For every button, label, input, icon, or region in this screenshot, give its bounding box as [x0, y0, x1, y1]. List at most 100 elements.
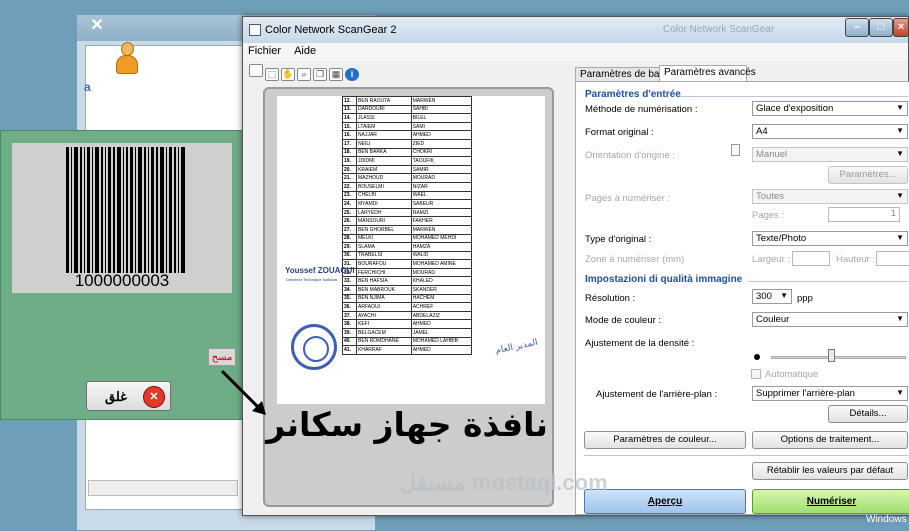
hand-icon[interactable]: ✋ — [281, 68, 295, 81]
signature-right: المدير العام — [494, 336, 539, 356]
horizontal-scrollbar[interactable] — [88, 480, 238, 496]
document-cell: 38. — [342, 319, 357, 330]
document-cell: 18. — [342, 147, 357, 158]
document-cell: 23. — [342, 190, 357, 201]
resolution-dropdown[interactable]: 300 ▼ — [752, 289, 792, 304]
document-cell: KHALED — [410, 276, 473, 287]
document-cell: AHMED — [410, 345, 473, 355]
color-mode-dropdown[interactable]: Couleur ▼ — [752, 312, 908, 327]
menu-fichier[interactable]: Fichier — [243, 43, 286, 57]
document-row: 37. AYACHI ABDELAZIZ — [342, 310, 473, 321]
document-cell: ZIED — [410, 138, 473, 149]
document-cell: MOHAMED MEHDI — [410, 233, 473, 244]
document-row: 19. JDIDMI TAOUFIK — [342, 156, 473, 166]
details-button[interactable]: Détails... — [828, 405, 908, 423]
close-button-ar[interactable]: غلق ✕ — [86, 381, 171, 411]
pages-dropdown[interactable]: Toutes ▼ — [752, 189, 908, 204]
page-icon — [731, 144, 740, 156]
height-field[interactable] — [876, 251, 909, 266]
document-cell: 26. — [342, 216, 357, 226]
select-icon[interactable]: ⬚ — [265, 68, 279, 81]
scan-button[interactable]: Numériser — [752, 489, 909, 514]
section-divider — [584, 455, 908, 456]
minimize-button[interactable]: – — [845, 18, 869, 37]
document-cell: MELKI — [356, 233, 412, 244]
document-cell: MARWEN — [410, 96, 473, 106]
signature-name: Youssef ZOUAOUI — [285, 266, 355, 275]
document-cell: 20. — [342, 164, 357, 175]
document-cell: MOURAD — [410, 173, 473, 183]
document-table: 12. BEN RAOUTA MARWEN 13. DARDOURI SAHBI 14. JL… — [342, 96, 473, 355]
document-cell: 35. — [342, 293, 357, 304]
tab-basic-settings[interactable]: Paramètres de base — [575, 67, 670, 82]
document-row: 40. BEN ROMDHANE MOHAMED LAHBIB — [342, 336, 473, 347]
format-label: Format original : — [585, 127, 654, 138]
document-row: 17. NEILI ZIED — [342, 138, 473, 149]
info-icon[interactable]: i — [345, 68, 359, 81]
resolution-unit: ppp — [797, 293, 813, 304]
pages-label: Pages à numériser : — [585, 193, 671, 204]
document-cell: MOHAMED AMINE — [410, 259, 473, 269]
density-slider[interactable] — [771, 356, 906, 359]
document-row: 18. BEN BARKA CHOKRI — [342, 147, 473, 158]
resolution-label: Résolution : — [585, 293, 636, 304]
document-cell: SAMI — [410, 121, 473, 132]
menu-aide[interactable]: Aide — [289, 43, 321, 57]
color-mode-label: Mode de couleur : — [585, 315, 662, 326]
layout-icon[interactable]: ▦ — [329, 68, 343, 81]
document-cell: 36. — [342, 302, 357, 312]
document-cell: ABDELAZIZ — [410, 310, 473, 321]
document-cell: ARFAOUI — [356, 302, 412, 312]
document-cell: 14. — [342, 113, 357, 123]
params-button[interactable]: Paramètres... — [828, 166, 908, 184]
color-params-button[interactable]: Paramètres de couleur... — [584, 431, 746, 449]
pages-field[interactable]: 1 — [828, 207, 900, 222]
document-row: 39. BELGACEM JAMEL — [342, 328, 473, 338]
auto-checkbox[interactable] — [751, 369, 761, 379]
orientation-dropdown[interactable]: Manuel ▼ — [752, 147, 908, 162]
document-cell: SKANDER — [410, 285, 473, 295]
processing-options-button[interactable]: Options de traitement... — [752, 431, 908, 449]
section-divider — [748, 281, 908, 282]
preview-button[interactable]: Aperçu — [584, 489, 746, 514]
document-cell: 28. — [342, 233, 357, 244]
document-cell: WAEL — [410, 190, 473, 201]
window-close-button[interactable]: × — [893, 18, 909, 37]
document-cell: BEN HAFSIA — [356, 276, 412, 287]
density-slider-thumb[interactable] — [828, 349, 835, 362]
document-cell: BELGACEM — [356, 328, 412, 338]
document-cell: FAKHER — [410, 216, 473, 226]
document-row: 33. BEN HAFSIA KHALED — [342, 276, 473, 287]
reset-defaults-button[interactable]: Rétablir les valeurs par défaut — [752, 462, 908, 480]
document-cell: 34. — [342, 285, 357, 295]
document-cell: AHMED — [410, 130, 473, 140]
width-field[interactable] — [792, 251, 830, 266]
document-cell: 16. — [342, 130, 357, 140]
tab-advanced-settings[interactable]: Paramètres avancés — [659, 65, 756, 82]
zoom-icon[interactable]: ⌕ — [297, 68, 311, 81]
format-dropdown[interactable]: A4 ▼ — [752, 124, 908, 139]
quality-section-title: Impostazioni di qualità immagine — [585, 274, 743, 285]
document-cell: KEFI — [356, 319, 412, 330]
close-icon: ✕ — [143, 386, 165, 408]
document-cell: DARDOURI — [356, 104, 412, 115]
method-dropdown[interactable]: Glace d'exposition ▼ — [752, 101, 908, 116]
scanned-document: 12. BEN RAOUTA MARWEN 13. DARDOURI SAHBI 14. JL… — [277, 96, 545, 404]
document-cell: BEN GHORBEL — [356, 224, 412, 235]
document-row: 22. BOUSELMI NIZAR — [342, 181, 473, 192]
document-cell: BOURAFOU — [356, 259, 412, 269]
type-dropdown[interactable]: Texte/Photo ▼ — [752, 231, 908, 246]
background-close-button[interactable]: ✕ — [82, 17, 112, 35]
new-icon[interactable] — [249, 64, 263, 77]
background-dropdown[interactable]: Supprimer l'arrière-plan ▼ — [752, 386, 908, 401]
document-row: 34. BEN MABROUK SKANDER — [342, 285, 473, 295]
scan-button-ar[interactable]: مسح — [208, 348, 236, 366]
copy-icon[interactable]: ❐ — [313, 68, 327, 81]
document-cell: BILEL — [410, 113, 473, 123]
document-row: 24. MYAMDI SABEUR — [342, 199, 473, 209]
density-label: Ajustement de la densité : — [585, 338, 695, 349]
document-row: 38. KEFI AHMED — [342, 319, 473, 330]
maximize-button[interactable]: □ — [869, 18, 893, 37]
document-cell: 41. — [342, 345, 357, 355]
document-row: 16. NAJJAR AHMED — [342, 130, 473, 140]
